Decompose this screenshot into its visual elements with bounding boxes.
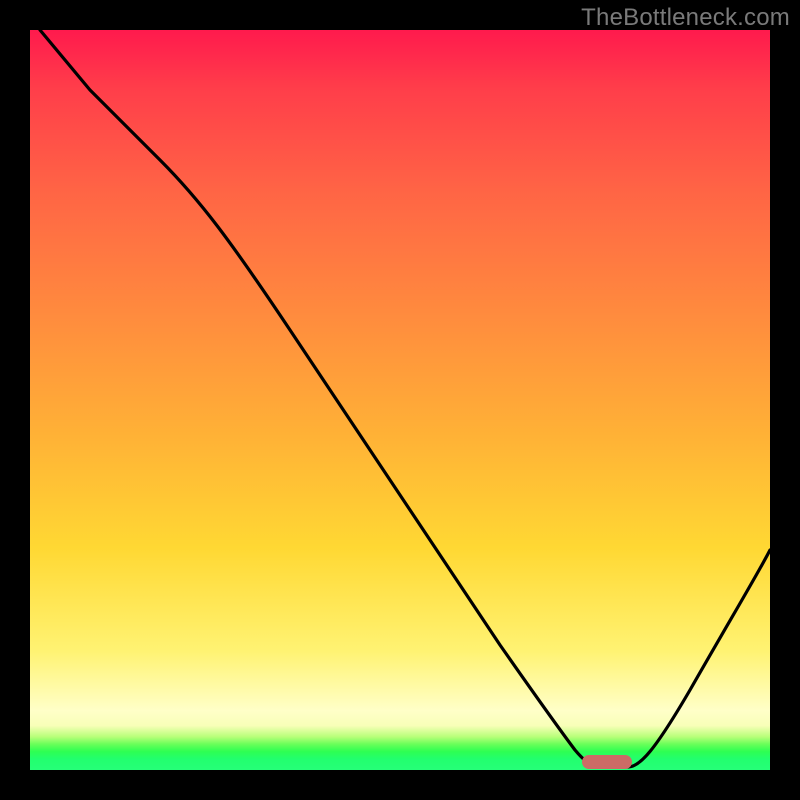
plot-area [30,30,770,770]
curve-path [40,30,770,767]
chart-frame: TheBottleneck.com [0,0,800,800]
optimal-marker [582,755,632,769]
bottleneck-curve [30,30,770,770]
watermark-text: TheBottleneck.com [581,4,790,32]
